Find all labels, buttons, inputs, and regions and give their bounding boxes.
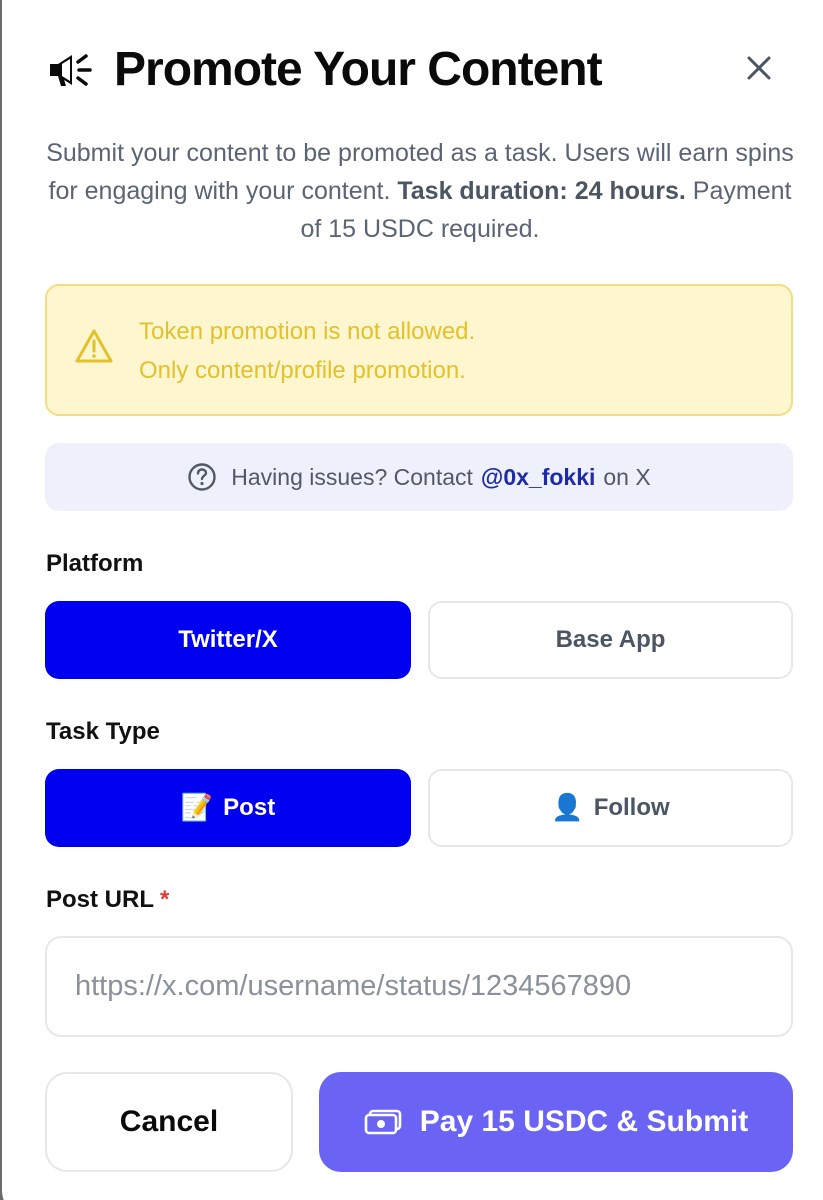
question-circle-icon: [188, 463, 216, 491]
modal-content: Promote Your Content Submit your content…: [0, 0, 823, 1200]
platform-option-base-app[interactable]: Base App: [428, 601, 793, 679]
cancel-button-label: Cancel: [119, 1105, 219, 1138]
required-marker: *: [160, 886, 170, 913]
post-url-label: Post URL *: [46, 886, 169, 914]
post-url-label-text: Post URL: [46, 886, 154, 913]
platform-option-twitter[interactable]: Twitter/X: [45, 601, 411, 679]
help-banner: Having issues? Contact @0x_fokki on X: [45, 443, 793, 511]
description-duration: Task duration: 24 hours.: [397, 177, 686, 205]
cancel-button[interactable]: Cancel: [45, 1072, 293, 1172]
pay-submit-button[interactable]: Pay 15 USDC & Submit: [319, 1072, 793, 1172]
help-suffix: on X: [603, 463, 651, 490]
close-button[interactable]: [741, 50, 777, 86]
close-icon: [747, 56, 771, 80]
modal-header: Promote Your Content: [46, 40, 786, 100]
pay-submit-label: Pay 15 USDC & Submit: [419, 1105, 749, 1138]
post-url-input[interactable]: [45, 936, 793, 1037]
task-type-option-post[interactable]: 📝 Post: [45, 769, 411, 847]
help-prefix: Having issues? Contact: [231, 463, 473, 490]
platform-label: Platform: [46, 550, 144, 577]
modal-title: Promote Your Content: [114, 43, 603, 96]
warning-text: Token promotion is not allowed. Only con…: [139, 312, 475, 390]
person-icon: 👤: [551, 793, 584, 823]
contact-handle-link[interactable]: @0x_fokki: [481, 464, 595, 491]
platform-option-label: Twitter/X: [178, 626, 278, 653]
warning-line-2: Only content/profile promotion.: [139, 357, 466, 384]
platform-option-label: Base App: [555, 626, 666, 653]
warning-banner: Token promotion is not allowed. Only con…: [45, 284, 793, 416]
modal-description: Submit your content to be promoted as a …: [40, 134, 800, 248]
task-type-label: Task Type: [46, 718, 160, 745]
memo-icon: 📝: [180, 793, 214, 823]
warning-line-1: Token promotion is not allowed.: [139, 318, 476, 345]
cash-icon: [364, 1109, 402, 1135]
megaphone-icon: [50, 54, 92, 86]
task-type-option-label: Post: [223, 794, 276, 821]
warning-triangle-icon: [75, 329, 113, 363]
task-type-option-follow[interactable]: 👤 Follow: [428, 769, 793, 847]
task-type-option-label: Follow: [593, 794, 670, 821]
